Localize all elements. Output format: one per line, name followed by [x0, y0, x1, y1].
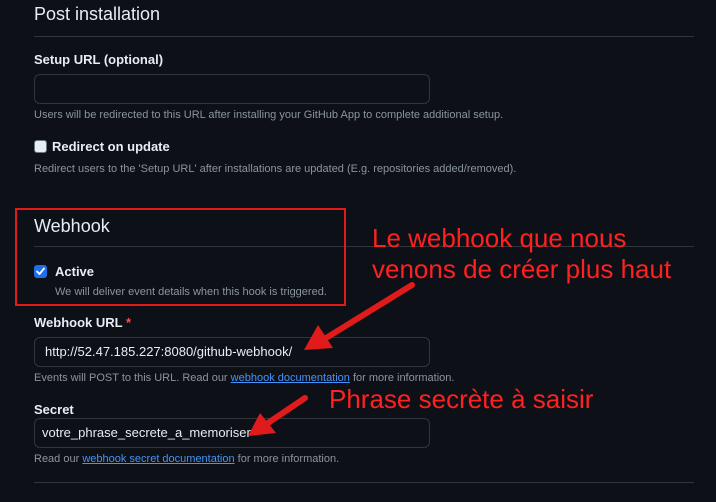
arrow-to-secret-icon	[248, 395, 308, 436]
arrow-to-webhook-url-icon	[304, 282, 415, 350]
annotation-arrows	[248, 282, 415, 436]
